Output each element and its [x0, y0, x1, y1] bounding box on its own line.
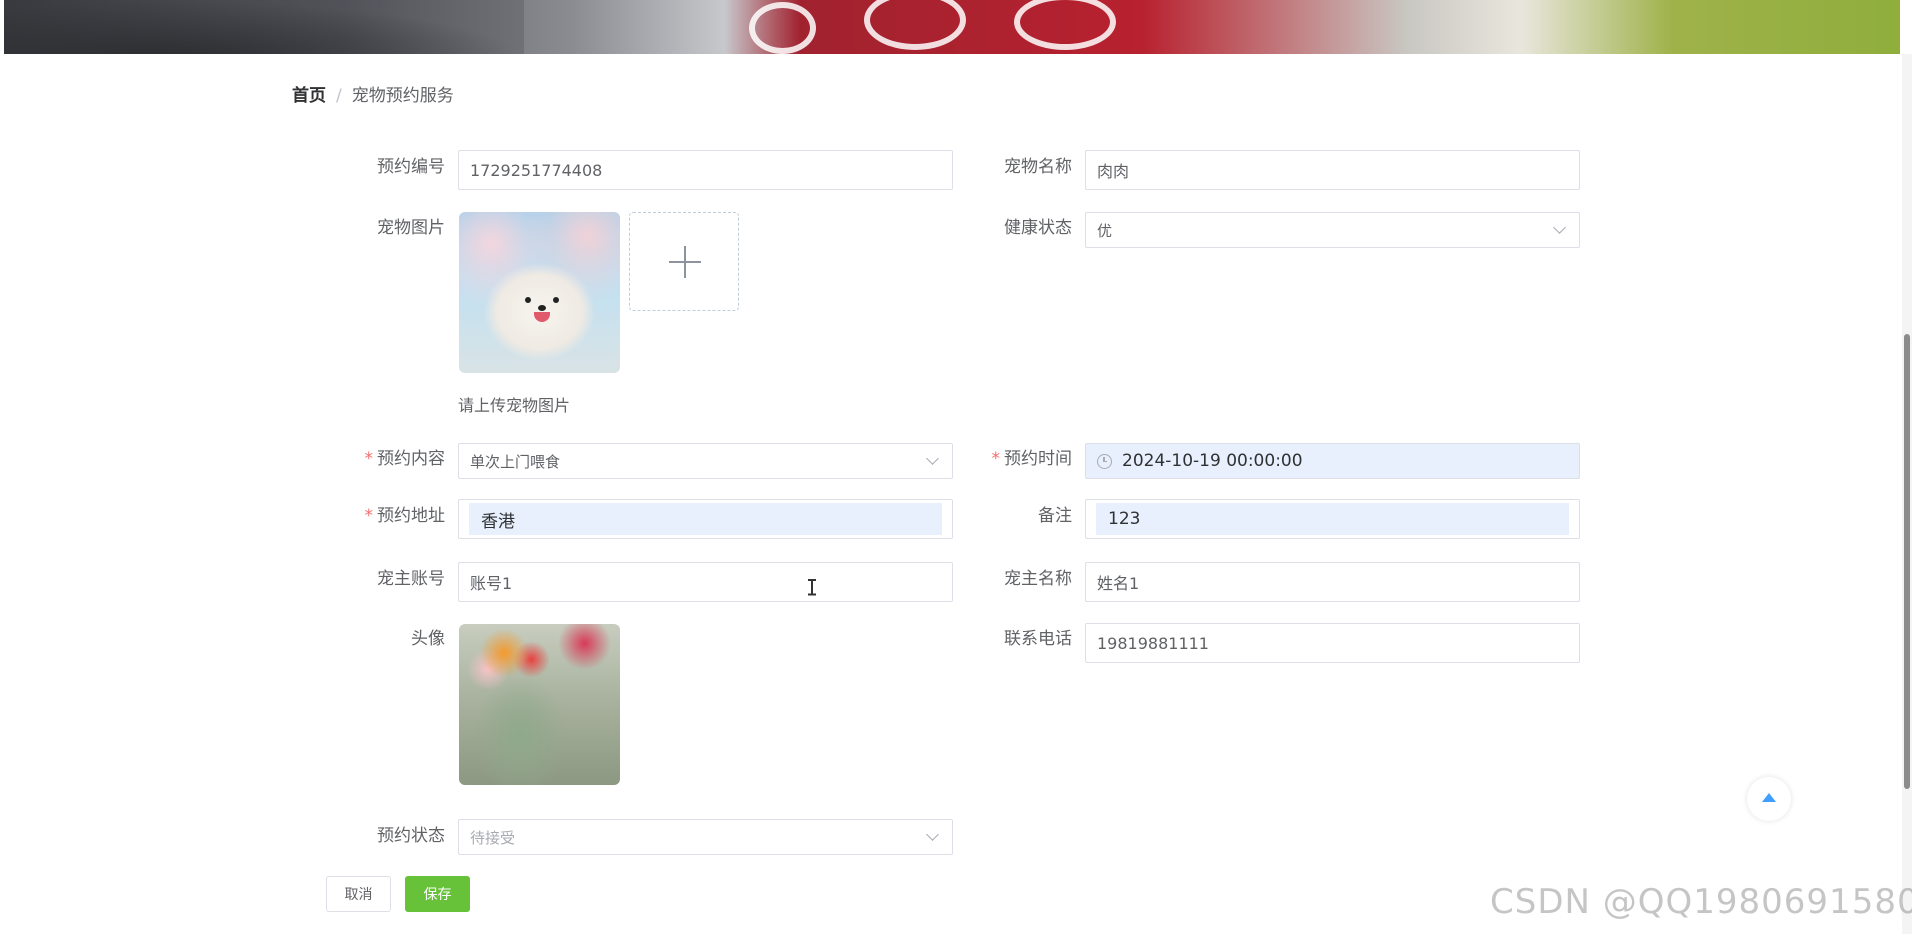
breadcrumb-current: 宠物预约服务	[351, 86, 454, 106]
required-mark: *	[991, 449, 1001, 469]
pet-nose	[538, 305, 546, 311]
watermark: CSDN @QQ1980691580	[1490, 882, 1912, 922]
pet-name-value: 肉肉	[1097, 162, 1130, 181]
booking-time-value: 2024-10-19 00:00:00	[1122, 451, 1303, 471]
pet-face	[517, 297, 567, 325]
pet-name-input[interactable]: 肉肉	[1085, 150, 1580, 190]
breadcrumb-separator: /	[336, 86, 342, 106]
booking-status-select[interactable]: 待接受	[458, 819, 953, 855]
booking-content-value: 单次上门喂食	[470, 452, 561, 471]
image-upload-button[interactable]	[629, 212, 739, 311]
booking-status-label: 预约状态	[377, 826, 445, 846]
owner-account-input[interactable]: 账号1	[458, 562, 953, 602]
cancel-button[interactable]: 取消	[326, 876, 391, 912]
breadcrumb-home[interactable]: 首页	[292, 86, 326, 106]
page: 首页 / 宠物预约服务 预约编号 1729251774408 宠物名称 肉肉 宠物图…	[0, 0, 1912, 934]
back-to-top-button[interactable]	[1747, 777, 1791, 821]
remark-label: 备注	[1038, 506, 1072, 526]
pet-image-label: 宠物图片	[377, 218, 445, 238]
chevron-down-icon	[926, 452, 939, 465]
owner-name-value: 姓名1	[1097, 574, 1140, 593]
booking-address-input[interactable]: 香港	[458, 499, 953, 539]
avatar-photo[interactable]	[459, 624, 620, 785]
chevron-down-icon	[926, 828, 939, 841]
health-status-select[interactable]: 优	[1085, 212, 1580, 248]
pet-eye	[525, 297, 531, 303]
page-scrollbar[interactable]	[1902, 54, 1912, 934]
header-banner	[4, 0, 1900, 54]
banner-pattern	[1014, 0, 1116, 50]
remark-input[interactable]: 123	[1085, 499, 1580, 539]
caret-up-icon	[1762, 793, 1776, 802]
health-status-value: 优	[1097, 221, 1113, 240]
breadcrumb: 首页 / 宠物预约服务	[292, 84, 454, 108]
booking-no-label: 预约编号	[377, 157, 445, 177]
text-cursor-icon	[808, 579, 816, 595]
pet-eye	[553, 297, 559, 303]
booking-time-picker[interactable]: 2024-10-19 00:00:00	[1085, 443, 1580, 479]
clock-icon	[1097, 453, 1112, 469]
booking-content-label: * 预约内容	[364, 449, 446, 469]
scrollbar-thumb[interactable]	[1904, 334, 1910, 789]
banner-pattern	[749, 2, 816, 54]
owner-account-label: 宠主账号	[377, 569, 445, 589]
avatar-label: 头像	[411, 629, 445, 649]
banner-pattern	[864, 0, 966, 50]
pet-mouth	[534, 312, 550, 322]
required-mark: *	[364, 506, 374, 526]
plus-icon	[684, 246, 686, 278]
booking-content-select[interactable]: 单次上门喂食	[458, 443, 953, 479]
pet-photo[interactable]	[459, 212, 620, 373]
pet-image-hint: 请上传宠物图片	[458, 396, 571, 415]
booking-no-value: 1729251774408	[470, 160, 603, 180]
chevron-down-icon	[1553, 221, 1566, 234]
booking-address-label: * 预约地址	[364, 506, 446, 526]
save-button[interactable]: 保存	[405, 876, 470, 912]
booking-address-value: 香港	[469, 503, 942, 535]
booking-no-input[interactable]: 1729251774408	[458, 150, 953, 190]
phone-label: 联系电话	[1004, 629, 1072, 649]
phone-input[interactable]: 19819881111	[1085, 623, 1580, 663]
required-mark: *	[364, 449, 374, 469]
booking-status-value: 待接受	[470, 828, 516, 847]
owner-account-value: 账号1	[470, 574, 513, 593]
booking-time-label: * 预约时间	[991, 449, 1073, 469]
health-status-label: 健康状态	[1004, 218, 1072, 238]
remark-value: 123	[1096, 503, 1569, 535]
phone-value: 19819881111	[1097, 633, 1209, 653]
banner-shadow	[4, 0, 524, 54]
pet-name-label: 宠物名称	[1004, 157, 1072, 177]
owner-name-label: 宠主名称	[1004, 569, 1072, 589]
owner-name-input[interactable]: 姓名1	[1085, 562, 1580, 602]
